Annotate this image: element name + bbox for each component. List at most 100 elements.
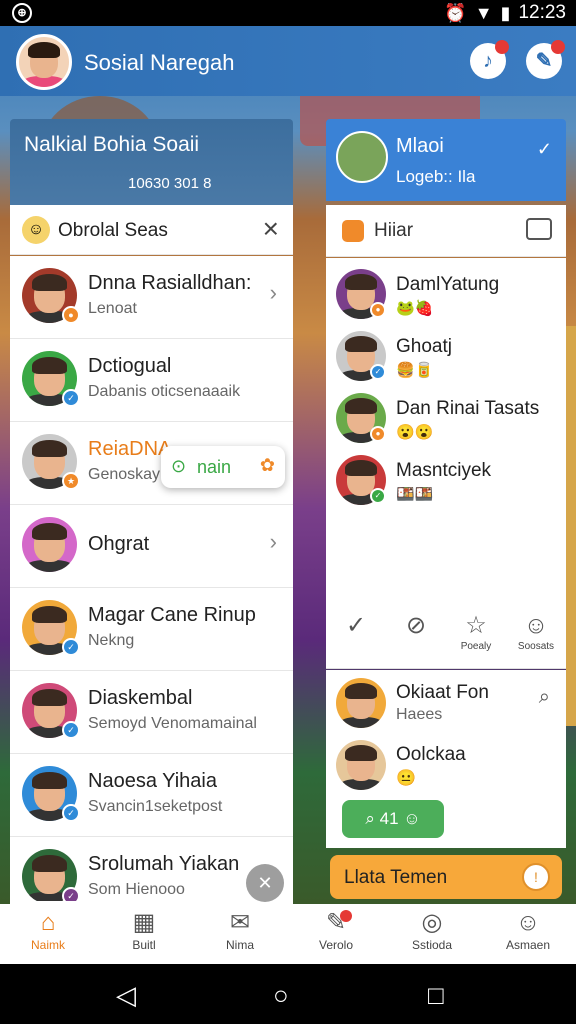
status-mini-icon: ● <box>370 426 386 442</box>
friend-emojis: 🍱🍱 <box>396 486 434 503</box>
brush-icon: ✎ <box>535 50 553 72</box>
status-mini-icon: ✓ <box>62 638 80 656</box>
nav-home[interactable]: ⌂ Naimk <box>0 904 96 964</box>
action-edit[interactable]: ⊘ <box>386 611 446 668</box>
compose-icon: ✎ <box>325 909 347 936</box>
friend-emojis: 😮😮 <box>396 424 434 441</box>
chat-row[interactable]: ✓ Naoesa Yihaia Svancin1seketpost <box>10 754 293 837</box>
suggested-row[interactable]: Oolckaa 😐 <box>326 732 566 794</box>
add-friend-button[interactable]: Llata Temen ! <box>330 855 562 899</box>
nav-compose[interactable]: ✎ Verolo <box>288 904 384 964</box>
compass-icon: ◎ <box>421 909 443 936</box>
back-icon[interactable]: ◁ <box>116 980 136 1011</box>
recents-icon[interactable]: □ <box>428 980 444 1011</box>
chat-name: ReiaDNA <box>88 438 172 460</box>
chat-preview: Som Hienooo <box>88 881 185 898</box>
system-navigation: ◁ ○ □ <box>0 964 576 1024</box>
person-icon: ☺ <box>403 809 421 828</box>
info-icon: ! <box>522 863 550 891</box>
suggested-list: Okiaat Fon Haees ⌕ Oolckaa 😐 ⌕ 41 ☺ <box>326 670 566 848</box>
chat-row[interactable]: ✓ Diaskembal Semoyd Venomamainal <box>10 671 293 754</box>
suggested-sub: 😐 <box>396 770 416 787</box>
check-icon: ✓ <box>345 612 367 639</box>
friend-name: DamlYatung <box>396 274 500 295</box>
status-bar: ⊕ ⏰ ▼ ▮ 12:23 <box>0 0 576 26</box>
person-icon: ☺ <box>523 612 549 639</box>
friends-panel-title: Mlaoi <box>396 135 444 157</box>
chat-name: Dnna Rasialldhan: <box>88 272 252 294</box>
friend-row[interactable]: ● Dan Rinai Tasats 😮😮 <box>326 384 566 446</box>
chat-row[interactable]: ● Dnna Rasialldhan: Lenoat › <box>10 256 293 339</box>
chat-preview: Svancin1seketpost <box>88 798 223 815</box>
chevron-right-icon: › <box>269 529 277 554</box>
friend-row[interactable]: ● DamlYatung 🐸🍓 <box>326 260 566 322</box>
status-mini-icon: ● <box>370 302 386 318</box>
suggested-name: Okiaat Fon <box>396 682 489 703</box>
friend-row[interactable]: ✓ Masntciyek 🍱🍱 <box>326 446 566 508</box>
app-title: Sosial Naregah <box>84 50 235 75</box>
chat-row[interactable]: ✓ Dctiogual Dabanis oticsenaaaik <box>10 339 293 422</box>
avatar <box>336 740 386 790</box>
app-bar: Sosial Naregah ♪ ✎ <box>0 26 576 96</box>
nav-badge <box>339 910 352 922</box>
friend-emojis: 🍔🥫 <box>396 362 434 379</box>
action-profile[interactable]: ☺ Soosats <box>506 611 566 668</box>
chat-name: Magar Cane Rinup <box>88 604 256 626</box>
gear-icon: ✿ <box>259 455 275 475</box>
avatar <box>336 678 386 728</box>
friends-panel: Mlaoi Logeb:: Ila ✓ Hiiar ● DamlYatung 🐸… <box>326 119 566 904</box>
chat-list: ● Dnna Rasialldhan: Lenoat › ✓ Dctiogual… <box>10 256 293 904</box>
friends-panel-subtitle: Logeb:: Ila <box>396 167 476 186</box>
friends-subheader: Hiiar <box>326 205 566 257</box>
pencil-icon: ⊘ <box>405 612 427 639</box>
status-mini-icon: ✓ <box>370 364 386 380</box>
search-icon: ⌕ <box>365 809 375 828</box>
nav-messages[interactable]: ✉ Nima <box>192 904 288 964</box>
card-icon[interactable] <box>526 218 552 240</box>
chat-preview: Semoyd Venomamainal <box>88 715 257 732</box>
status-mini-icon: ✓ <box>62 721 80 739</box>
status-mini-icon: ✓ <box>62 804 80 822</box>
notifications-button[interactable]: ♪ <box>470 40 509 79</box>
close-icon[interactable]: × <box>263 213 279 245</box>
chevron-right-icon: › <box>269 280 277 305</box>
profile-avatar[interactable] <box>16 34 72 90</box>
wifi-icon: ▼ <box>474 2 493 23</box>
chat-search-label: Obrolal Seas <box>58 220 168 241</box>
chat-panel-header: Nalkial Bohia Soaii 10630 301 8 <box>10 119 293 205</box>
chat-row[interactable]: Ohgrat › <box>10 505 293 588</box>
friend-name: Ghoatj <box>396 336 452 357</box>
suggested-name: Oolckaa <box>396 744 466 765</box>
friends-list: ● DamlYatung 🐸🍓 ✓ Ghoatj 🍔🥫 ● Dan Rinai … <box>326 258 566 668</box>
count-pill[interactable]: ⌕ 41 ☺ <box>342 800 444 838</box>
checkmark-icon[interactable]: ✓ <box>537 139 552 160</box>
chat-row[interactable]: ✓ Magar Cane Rinup Nekng <box>10 588 293 671</box>
chat-name: Ohgrat <box>88 533 150 555</box>
online-toast[interactable]: ⊙ nain ✿ <box>161 446 285 488</box>
home-circle-icon[interactable]: ○ <box>273 980 289 1011</box>
nav-account[interactable]: ☺ Asmaen <box>480 904 576 964</box>
signal-icon: ▮ <box>500 2 511 23</box>
status-mini-icon: ✓ <box>62 887 80 901</box>
add-friend-label: Llata Temen <box>344 867 448 888</box>
friend-name: Masntciyek <box>396 460 492 481</box>
person-icon: ☺ <box>515 909 541 936</box>
settings-button[interactable]: ✎ <box>526 40 565 79</box>
action-check[interactable]: ✓ <box>326 611 386 668</box>
tools-button[interactable]: ✕ <box>246 864 284 902</box>
chat-panel-subtitle: 10630 301 8 <box>128 175 212 192</box>
chat-search-bar[interactable]: ☺ Obrolal Seas × <box>10 205 293 255</box>
action-favorite[interactable]: ☆ Poealy <box>446 611 506 668</box>
nav-buildings[interactable]: ▦ Buitl <box>96 904 192 964</box>
bottom-navigation: ⌂ Naimk ▦ Buitl ✉ Nima ✎ Verolo ◎ Sstioda ☺ As… <box>0 904 576 964</box>
friend-row[interactable]: ✓ Ghoatj 🍔🥫 <box>326 322 566 384</box>
search-icon[interactable]: ⌕ <box>539 686 550 709</box>
status-time: 12:23 <box>518 2 566 23</box>
message-icon: ✉ <box>229 909 251 936</box>
chat-name: Diaskembal <box>88 687 193 709</box>
suggested-row[interactable]: Okiaat Fon Haees ⌕ <box>326 670 566 732</box>
nav-status[interactable]: ◎ Sstioda <box>384 904 480 964</box>
chat-name: Naoesa Yihaia <box>88 770 217 792</box>
settings-badge <box>551 40 565 54</box>
count-value: 41 <box>379 809 399 828</box>
